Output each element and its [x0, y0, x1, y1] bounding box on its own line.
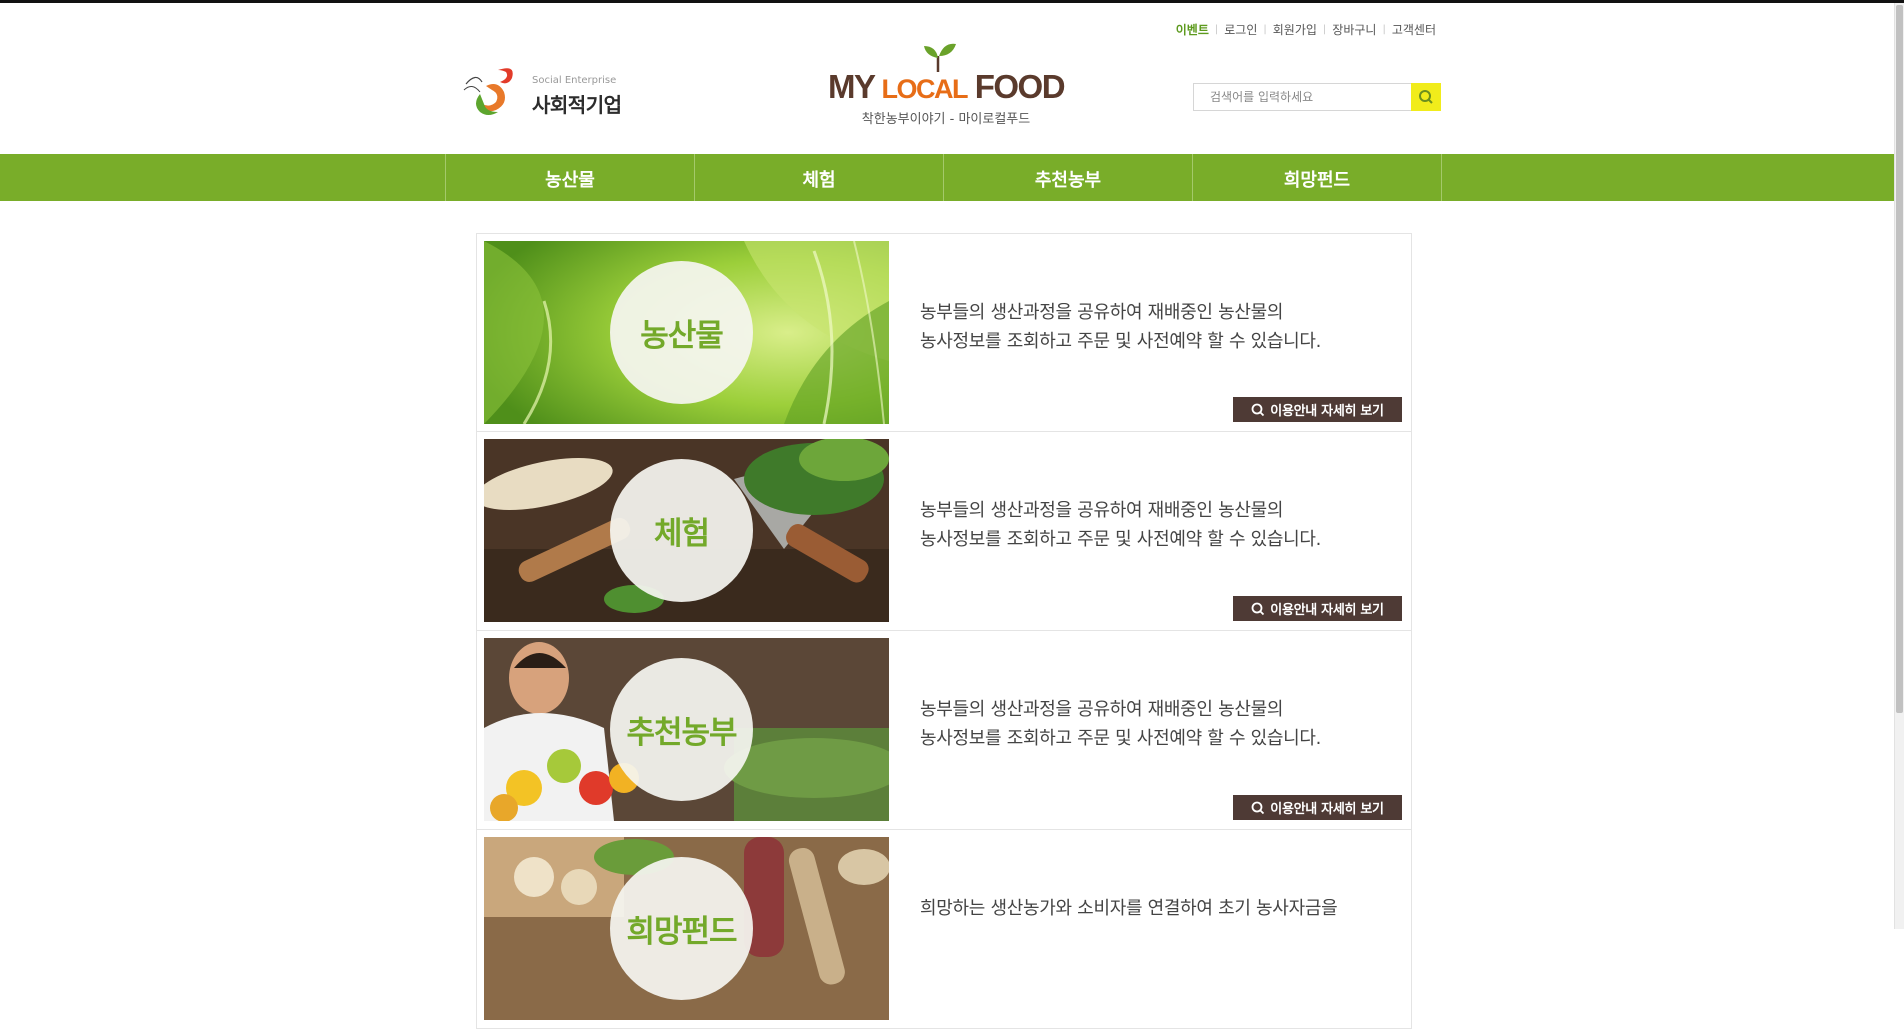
nav-item-hope-fund[interactable]: 희망펀드 — [1193, 154, 1442, 201]
brand-local: LOCAL — [881, 74, 969, 104]
card-description-line: 농사정보를 조회하고 주문 및 사전예약 할 수 있습니다. — [920, 728, 1322, 749]
card-detail-button[interactable]: 이용안내 자세히 보기 — [1233, 397, 1402, 422]
card-badge: 체험 — [610, 459, 753, 602]
card-detail-label: 이용안내 자세히 보기 — [1270, 603, 1384, 618]
card-description-line: 희망하는 생산농가와 소비자를 연결하여 초기 농사자금을 — [920, 898, 1338, 919]
card-badge: 농산물 — [610, 261, 753, 404]
nav-item-produce[interactable]: 농산물 — [446, 154, 695, 201]
brand-tagline: 착한농부이야기 - 마이로컬푸드 — [861, 112, 1031, 127]
card-description-line: 농부들의 생산과정을 공유하여 재배중인 농산물의 — [920, 302, 1284, 323]
card-detail-label: 이용안내 자세히 보기 — [1270, 802, 1384, 817]
service-card-hope-fund: 희망펀드 희망하는 생산농가와 소비자를 연결하여 초기 농사자금을 — [476, 830, 1412, 1029]
util-separator: | — [1214, 24, 1219, 35]
search-input[interactable] — [1194, 84, 1412, 110]
social-enterprise-caption: Social Enterprise — [532, 75, 617, 86]
service-cards: 농산물 농부들의 생산과정을 공유하여 재배중인 농산물의 농사정보를 조회하고… — [476, 233, 1412, 1029]
main-nav-items: 농산물 체험 추천농부 희망펀드 — [445, 154, 1446, 201]
service-card-produce: 농산물 농부들의 생산과정을 공유하여 재배중인 농산물의 농사정보를 조회하고… — [476, 233, 1412, 432]
card-detail-button[interactable]: 이용안내 자세히 보기 — [1233, 596, 1402, 621]
search-icon — [1251, 801, 1265, 814]
card-description: 농부들의 생산과정을 공유하여 재배중인 농산물의 농사정보를 조회하고 주문 … — [920, 496, 1321, 554]
card-title: 추천농부 — [626, 715, 737, 751]
card-description: 농부들의 생산과정을 공유하여 재배중인 농산물의 농사정보를 조회하고 주문 … — [920, 298, 1321, 356]
service-card-experience: 체험 농부들의 생산과정을 공유하여 재배중인 농산물의 농사정보를 조회하고 … — [476, 432, 1412, 631]
brand-my: MY — [827, 68, 875, 105]
search-icon — [1419, 90, 1433, 104]
brand-food: FOOD — [974, 68, 1066, 105]
search-button[interactable] — [1411, 83, 1441, 111]
utility-nav: 이벤트 | 로그인 | 회원가입 | 장바구니 | 고객센터 — [1176, 21, 1436, 38]
util-link-cart[interactable]: 장바구니 — [1332, 21, 1376, 38]
search-icon — [1251, 403, 1265, 416]
card-image-cabbage[interactable]: 농산물 — [484, 241, 889, 424]
nav-item-experience[interactable]: 체험 — [695, 154, 944, 201]
site-logo[interactable]: MY LOCAL FOOD 착한농부이야기 - 마이로컬푸드 — [826, 42, 1066, 132]
card-detail-button[interactable]: 이용안내 자세히 보기 — [1233, 795, 1402, 820]
util-separator: | — [1382, 24, 1386, 35]
card-image-soil-tools[interactable]: 체험 — [484, 439, 889, 622]
util-separator: | — [1322, 24, 1327, 35]
util-separator: | — [1263, 24, 1267, 35]
scrollbar[interactable] — [1894, 3, 1904, 929]
card-title: 체험 — [653, 516, 710, 552]
nav-item-recommended-farmer[interactable]: 추천농부 — [944, 154, 1193, 201]
util-link-support[interactable]: 고객센터 — [1392, 21, 1436, 38]
top-border — [0, 0, 1904, 3]
card-description-line: 농부들의 생산과정을 공유하여 재배중인 농산물의 — [920, 500, 1284, 521]
card-description-line: 농사정보를 조회하고 주문 및 사전예약 할 수 있습니다. — [920, 331, 1322, 352]
card-description-line: 농사정보를 조회하고 주문 및 사전예약 할 수 있습니다. — [920, 529, 1322, 550]
social-enterprise-title: 사회적기업 — [532, 93, 622, 117]
card-title: 농산물 — [640, 318, 724, 354]
search-icon — [1251, 602, 1265, 615]
brand-wordmark: MY LOCAL FOOD — [826, 68, 1066, 106]
card-image-chef[interactable]: 추천농부 — [484, 638, 889, 821]
util-link-join[interactable]: 회원가입 — [1273, 21, 1317, 38]
social-enterprise-logo[interactable]: Social Enterprise 사회적기업 — [458, 64, 638, 120]
card-description: 희망하는 생산농가와 소비자를 연결하여 초기 농사자금을 — [920, 894, 1338, 923]
search-box — [1193, 83, 1441, 111]
scrollbar-thumb[interactable] — [1896, 5, 1903, 713]
card-badge: 추천농부 — [610, 658, 753, 801]
service-card-recommended-farmer: 추천농부 농부들의 생산과정을 공유하여 재배중인 농산물의 농사정보를 조회하… — [476, 631, 1412, 830]
util-link-event[interactable]: 이벤트 — [1176, 21, 1209, 38]
card-detail-label: 이용안내 자세히 보기 — [1270, 404, 1384, 419]
main-nav: 농산물 체험 추천농부 희망펀드 — [0, 154, 1895, 201]
card-description-line: 농부들의 생산과정을 공유하여 재배중인 농산물의 — [920, 699, 1284, 720]
card-description: 농부들의 생산과정을 공유하여 재배중인 농산물의 농사정보를 조회하고 주문 … — [920, 695, 1321, 753]
social-enterprise-mark-icon — [463, 68, 513, 115]
util-link-login[interactable]: 로그인 — [1224, 21, 1257, 38]
